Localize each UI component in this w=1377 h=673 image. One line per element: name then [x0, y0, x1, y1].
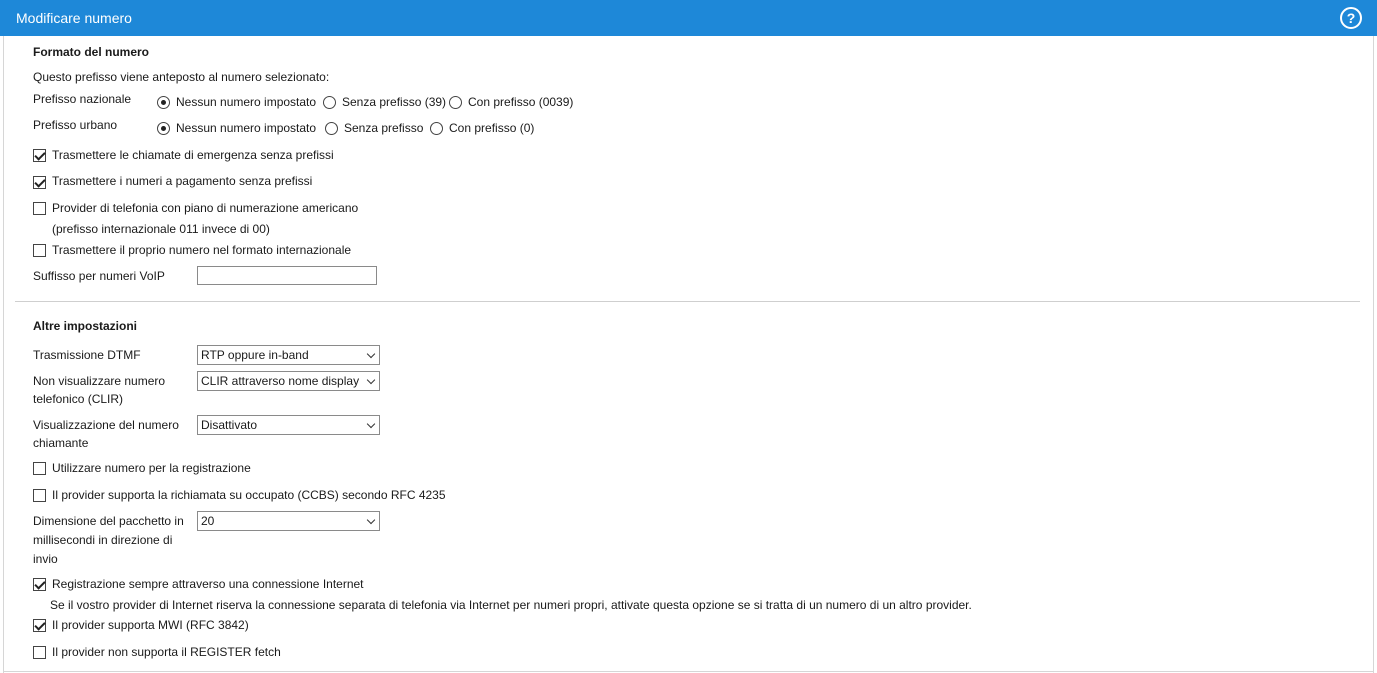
urban-prefix-radio-without[interactable]	[325, 122, 338, 135]
use-for-registration-label[interactable]: Utilizzare numero per la registrazione	[52, 461, 251, 476]
prefix-intro-text: Questo prefisso viene anteposto al numer…	[33, 70, 330, 84]
emergency-checkbox[interactable]	[33, 149, 46, 162]
urban-prefix-radio-none[interactable]	[157, 122, 170, 135]
premium-label[interactable]: Trasmettere i numeri a pagamento senza p…	[52, 174, 312, 189]
always-internet-note: Se il vostro provider di Internet riserv…	[50, 598, 972, 612]
clir-select-value: CLIR attraverso nome display	[201, 374, 360, 388]
voip-suffix-input[interactable]	[197, 266, 377, 285]
register-fetch-label[interactable]: Il provider non supporta il REGISTER fet…	[52, 645, 281, 660]
always-internet-label[interactable]: Registrazione sempre attraverso una conn…	[52, 577, 364, 592]
ccbs-label[interactable]: Il provider supporta la richiamata su oc…	[52, 488, 446, 503]
section-divider	[15, 301, 1360, 302]
premium-checkbox[interactable]	[33, 176, 46, 189]
caller-display-label-line2: chiamante	[33, 436, 89, 450]
panel-bottom-border	[3, 671, 1374, 672]
use-for-registration-checkbox[interactable]	[33, 462, 46, 475]
packet-size-select[interactable]: 20	[197, 511, 380, 531]
national-prefix-radio-none[interactable]	[157, 96, 170, 109]
dialog-title: Modificare numero	[16, 10, 132, 26]
always-internet-checkbox[interactable]	[33, 578, 46, 591]
packet-size-label-line3: invio	[33, 552, 58, 566]
dtmf-select-value: RTP oppure in-band	[201, 348, 309, 362]
chevron-down-icon	[366, 349, 376, 359]
chevron-down-icon	[366, 515, 376, 525]
american-plan-label[interactable]: Provider di telefonia con piano di numer…	[52, 201, 358, 216]
chevron-down-icon	[366, 375, 376, 385]
mwi-checkbox[interactable]	[33, 619, 46, 632]
register-fetch-checkbox[interactable]	[33, 646, 46, 659]
section-heading-number-format: Formato del numero	[33, 45, 150, 59]
national-prefix-label: Prefisso nazionale	[33, 92, 132, 106]
packet-size-label-line1: Dimensione del pacchetto in	[33, 514, 184, 528]
mwi-label[interactable]: Il provider supporta MWI (RFC 3842)	[52, 618, 249, 633]
caller-display-select-value: Disattivato	[201, 418, 258, 432]
international-format-label[interactable]: Trasmettere il proprio numero nel format…	[52, 243, 351, 258]
chevron-down-icon	[366, 419, 376, 429]
urban-prefix-option-with[interactable]: Con prefisso (0)	[449, 121, 534, 136]
urban-prefix-option-none[interactable]: Nessun numero impostato	[176, 121, 316, 136]
clir-label-line2: telefonico (CLIR)	[33, 392, 124, 406]
american-plan-note: (prefisso internazionale 011 invece di 0…	[52, 222, 270, 236]
caller-display-select[interactable]: Disattivato	[197, 415, 380, 435]
urban-prefix-option-without[interactable]: Senza prefisso	[344, 121, 423, 136]
american-plan-checkbox[interactable]	[33, 202, 46, 215]
dialog-title-bar: Modificare numero ?	[0, 0, 1377, 36]
help-icon[interactable]: ?	[1340, 7, 1362, 29]
section-heading-other-settings: Altre impostazioni	[33, 319, 138, 333]
clir-select[interactable]: CLIR attraverso nome display	[197, 371, 380, 391]
voip-suffix-label: Suffisso per numeri VoIP	[33, 269, 165, 283]
national-prefix-radio-without[interactable]	[323, 96, 336, 109]
clir-label-line1: Non visualizzare numero	[33, 374, 166, 388]
urban-prefix-label: Prefisso urbano	[33, 118, 118, 132]
caller-display-label-line1: Visualizzazione del numero	[33, 418, 179, 432]
national-prefix-option-without[interactable]: Senza prefisso (39)	[342, 95, 446, 110]
international-format-checkbox[interactable]	[33, 244, 46, 257]
ccbs-checkbox[interactable]	[33, 489, 46, 502]
national-prefix-option-none[interactable]: Nessun numero impostato	[176, 95, 316, 110]
national-prefix-radio-with[interactable]	[449, 96, 462, 109]
urban-prefix-radio-with[interactable]	[430, 122, 443, 135]
emergency-label[interactable]: Trasmettere le chiamate di emergenza sen…	[52, 148, 334, 163]
packet-size-select-value: 20	[201, 514, 215, 528]
dtmf-label: Trasmissione DTMF	[33, 348, 141, 362]
national-prefix-option-with[interactable]: Con prefisso (0039)	[468, 95, 573, 110]
packet-size-label-line2: millisecondi in direzione di	[33, 533, 173, 547]
dtmf-select[interactable]: RTP oppure in-band	[197, 345, 380, 365]
